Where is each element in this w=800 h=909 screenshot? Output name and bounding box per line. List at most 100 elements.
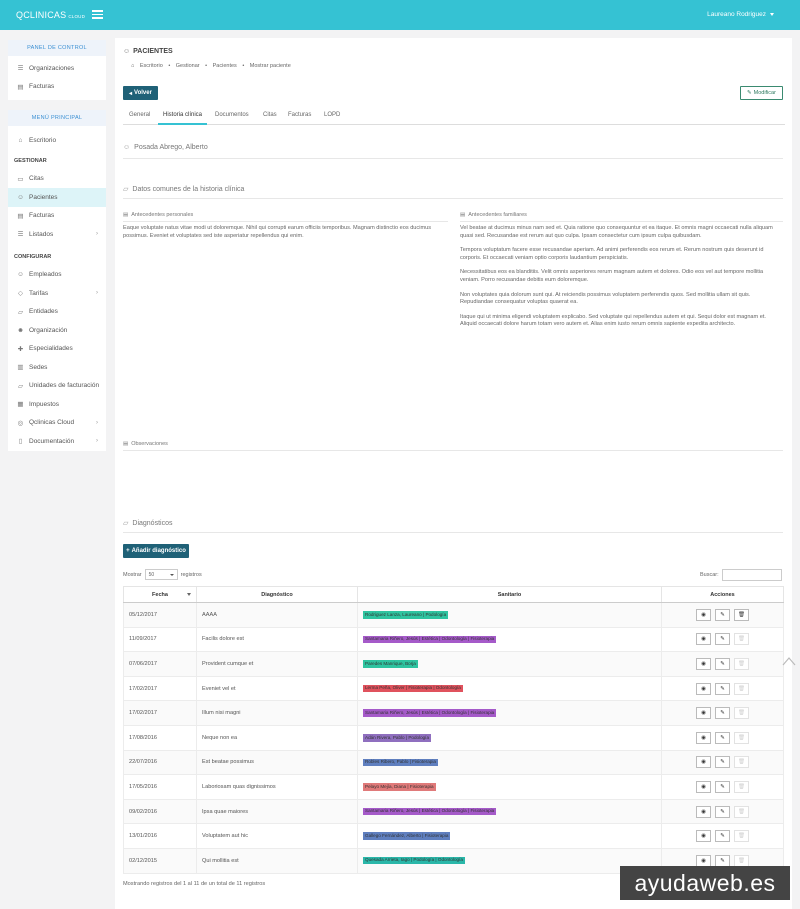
edit-row-button[interactable]: ✎	[715, 707, 730, 720]
cell-fecha: 13/01/2016	[123, 823, 197, 849]
trash-icon: 🗑	[738, 759, 745, 766]
delete-button[interactable]: 🗑	[734, 608, 749, 621]
cell-diagnostico: Illum nisi magni	[196, 700, 358, 726]
tab-lopd[interactable]: LOPD	[324, 112, 340, 118]
edit-row-button[interactable]: ✎	[715, 682, 730, 695]
cell-acciones: ◉ ✎ 🗑	[661, 700, 784, 726]
breadcrumb-escritorio[interactable]: Escritorio	[140, 63, 163, 69]
cell-sanitario: Gallego Fernández, Alberto | Fisioterapi…	[357, 823, 662, 849]
view-button[interactable]: ◉	[696, 854, 711, 867]
sidebar-item-facturas[interactable]: ▤ Facturas	[8, 207, 106, 226]
diagnosticos-title: ▱ Diagnósticos	[123, 520, 173, 527]
edit-row-button[interactable]: ✎	[715, 657, 730, 670]
cell-acciones: ◉ ✎ 🗑	[661, 774, 784, 800]
edit-row-button[interactable]: ✎	[715, 608, 730, 621]
pencil-icon: ✎	[720, 759, 725, 766]
sidebar-item-entidades[interactable]: ▱ Entidades	[8, 303, 106, 322]
sidebar-item-sedes[interactable]: ▥ Sedes	[8, 358, 106, 377]
cell-fecha: 17/02/2017	[123, 675, 197, 702]
book-icon: ▯	[18, 438, 23, 446]
hamburger-menu-icon[interactable]	[92, 8, 103, 20]
view-button[interactable]: ◉	[696, 830, 711, 843]
view-button[interactable]: ◉	[696, 608, 711, 621]
back-button[interactable]: ◂ Volver	[123, 86, 158, 100]
eye-icon: ◉	[701, 636, 706, 643]
column-header-sanitario[interactable]: Sanitario	[357, 586, 662, 603]
edit-row-button[interactable]: ✎	[715, 805, 730, 818]
trash-icon: 🗑	[738, 685, 745, 692]
home-icon: ⌂	[131, 63, 135, 69]
tab-general[interactable]: General	[129, 112, 150, 118]
sidebar-item-facturas-panel[interactable]: ▤ Facturas	[8, 78, 106, 97]
tab-documentos[interactable]: Documentos	[215, 112, 249, 118]
sidebar-item-especialidades[interactable]: ✚ Especialidades	[8, 340, 106, 359]
document-icon: ▤	[17, 83, 24, 91]
user-icon: ☺	[123, 144, 131, 151]
breadcrumb-pacientes[interactable]: Pacientes	[213, 63, 237, 69]
edit-row-button[interactable]: ✎	[715, 830, 730, 843]
edit-row-button[interactable]: ✎	[715, 633, 730, 646]
edit-row-button[interactable]: ✎	[715, 854, 730, 867]
sidebar-item-documentacion[interactable]: ▯ Documentación ›	[8, 432, 106, 451]
cell-acciones: ◉ ✎ 🗑	[661, 602, 784, 628]
breadcrumb-separator: •	[205, 63, 208, 69]
sidebar-item-tarifas[interactable]: ◇ Tarifas ›	[8, 284, 106, 303]
sidebar-item-qclinicas-cloud[interactable]: ◎ Qclinicas Cloud ›	[8, 414, 106, 433]
sidebar-item-unidades-facturacion[interactable]: ▱ Unidades de facturación	[8, 377, 106, 396]
tab-historia-clinica[interactable]: Historia clínica	[157, 112, 208, 125]
user-menu[interactable]: Laureano Rodriguez	[707, 11, 774, 18]
view-button[interactable]: ◉	[696, 780, 711, 793]
calendar-icon: ▭	[17, 175, 24, 183]
sidebar-item-citas[interactable]: ▭ Citas	[8, 170, 106, 189]
main-panel: ☺ PACIENTES ⌂ Escritorio • Gestionar • Pa…	[115, 38, 792, 909]
search-input[interactable]	[721, 569, 782, 581]
calculator-icon: ▦	[17, 401, 24, 409]
add-diagnostico-button[interactable]: + Añadir diagnóstico	[123, 544, 189, 558]
sidebar-item-empleados[interactable]: ☺ Empleados	[8, 266, 106, 285]
brand-logo[interactable]: QCLINICAS CLOUD	[16, 10, 85, 20]
personal-history-text: Eaque voluptate natus vitae modi ut dolo…	[123, 225, 432, 239]
edit-row-button[interactable]: ✎	[715, 756, 730, 769]
cell-fecha: 09/02/2016	[123, 798, 197, 825]
page-length-select[interactable]: 50	[144, 569, 178, 580]
sidebar-item-organizaciones[interactable]: ☰ Organizaciones	[8, 59, 106, 78]
cell-sanitario: Santamaria Riñero, Jesús | Estética | Od…	[357, 700, 662, 726]
pencil-icon: ✎	[720, 808, 725, 815]
view-button[interactable]: ◉	[696, 756, 711, 769]
sidebar-item-organizacion[interactable]: ☻ Organización	[8, 321, 106, 340]
view-button[interactable]: ◉	[696, 682, 711, 695]
column-header-fecha[interactable]: Fecha	[123, 586, 197, 603]
sidebar-item-impuestos[interactable]: ▦ Impuestos	[8, 395, 106, 414]
cell-acciones: ◉ ✎ 🗑	[661, 651, 784, 677]
tab-facturas[interactable]: Facturas	[288, 112, 311, 118]
edit-row-button[interactable]: ✎	[715, 780, 730, 793]
sidebar-item-escritorio[interactable]: ⌂ Escritorio	[8, 131, 106, 150]
view-button[interactable]: ◉	[696, 707, 711, 720]
table-row: 05/12/2017 AAAA Rodriguez Lanza, Laureano …	[123, 602, 784, 628]
sanitario-tag: Lerma Peña, Oliver | Fisioterapia | Odon…	[363, 684, 463, 693]
delete-button: 🗑	[734, 805, 749, 818]
column-header-diagnostico[interactable]: Diagnóstico	[196, 586, 358, 603]
scroll-top-icon[interactable]	[782, 656, 796, 666]
panel-control-box: PANEL DE CONTROL ☰ Organizaciones ▤ Factur…	[8, 40, 106, 100]
sidebar-item-pacientes[interactable]: ☺ Pacientes	[8, 188, 106, 207]
datos-comunes-title: ▱ Datos comunes de la historia clínica	[123, 186, 245, 193]
view-button[interactable]: ◉	[696, 731, 711, 744]
edit-button[interactable]: ✎ Modificar	[740, 86, 783, 100]
tab-citas[interactable]: Citas	[263, 112, 277, 118]
breadcrumb: ⌂ Escritorio • Gestionar • Pacientes • M…	[131, 63, 295, 69]
view-button[interactable]: ◉	[696, 633, 711, 646]
breadcrumb-separator: •	[242, 63, 245, 69]
sanitario-tag: Santamaria Riñero, Jesús | Estética | Od…	[363, 807, 497, 816]
edit-row-button[interactable]: ✎	[715, 731, 730, 744]
breadcrumb-gestionar[interactable]: Gestionar	[176, 63, 200, 69]
sanitario-tag: Rodriguez Lanza, Laureano | Podología	[363, 611, 449, 619]
cell-fecha: 17/02/2017	[123, 700, 197, 726]
chevron-right-icon: ›	[96, 438, 98, 445]
diagnosticos-table: Fecha Diagnóstico Sanitario Acciones 05/…	[123, 586, 784, 874]
view-button[interactable]: ◉	[696, 657, 711, 670]
eye-icon: ◉	[701, 734, 706, 741]
view-button[interactable]: ◉	[696, 805, 711, 818]
table-info: Mostrando registros del 1 al 11 de un to…	[123, 881, 266, 887]
sidebar-item-listados[interactable]: ☰ Listados ›	[8, 225, 106, 244]
